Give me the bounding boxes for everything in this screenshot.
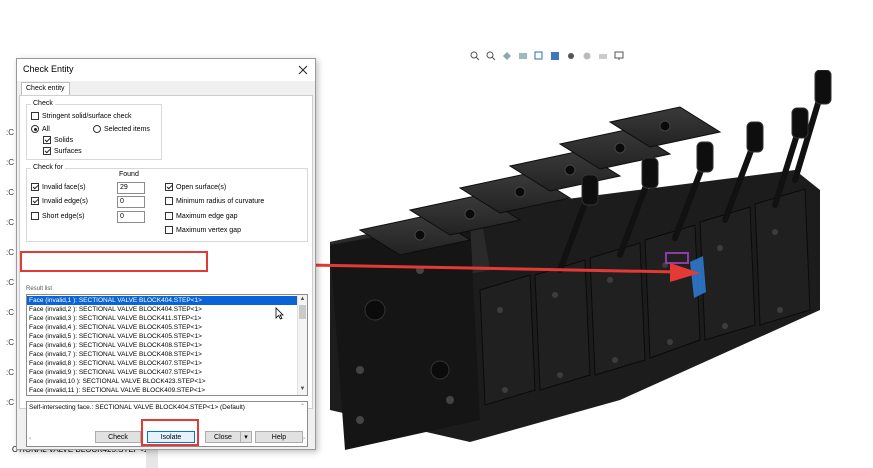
min-radius-checkbox[interactable]: Minimum radius of curvature [165,197,264,205]
radio-dot[interactable] [93,125,101,133]
short-edges-label: Short edge(s) [42,212,85,220]
invalid-faces-checkbox[interactable]: Invalid face(s) [31,183,86,191]
help-button[interactable]: Help [255,431,303,443]
checkbox-box[interactable] [31,212,39,220]
selected-items-label: Selected items [104,125,150,133]
close-icon[interactable] [295,62,311,78]
tree-glyph: :C [6,278,14,287]
result-list-label: Result list [26,286,53,292]
heads-up-view-toolbar [470,49,624,63]
scroll-thumb[interactable] [299,305,306,319]
scroll-up-icon[interactable]: ▲ [299,296,306,303]
checkbox-box[interactable] [31,183,39,191]
result-detail-text: Self-intersecting face.: SECTIONAL VALVE… [29,404,245,411]
check-button[interactable]: Check [95,431,141,443]
zoom-area-icon[interactable] [486,51,496,61]
result-row[interactable]: Face (invalid,2 ): SECTIONAL VALVE BLOCK… [27,305,297,314]
checkbox-box[interactable] [165,226,173,234]
appearance-icon[interactable] [582,51,592,61]
max-edge-gap-label: Maximum edge gap [176,212,238,220]
short-edges-found: 0 [117,211,145,223]
solids-checkbox[interactable]: Solids [43,136,73,144]
check-group: Check Stringent solid/surface check All … [26,100,162,160]
open-surfaces-checkbox[interactable]: Open surface(s) [165,183,226,191]
result-row[interactable]: Face (invalid,1 ): SECTIONAL VALVE BLOCK… [27,296,297,305]
result-row[interactable]: Face (invalid,7 ): SECTIONAL VALVE BLOCK… [27,350,297,359]
found-header: Found [119,171,139,178]
checkbox-box[interactable] [165,197,173,205]
display-icon[interactable] [614,51,624,61]
result-list-scrollbar[interactable]: ▲ ▼ [297,295,307,395]
checkbox-box[interactable] [43,147,51,155]
radio-dot[interactable] [31,125,39,133]
checkbox-box[interactable] [31,112,39,120]
tree-glyph: :C [6,128,14,137]
invalid-faces-found: 29 [117,182,145,194]
checkbox-box[interactable] [31,197,39,205]
check-for-group-label: Check for [31,164,65,171]
tree-glyph: :C [6,338,14,347]
zoom-fit-icon[interactable] [470,51,480,61]
tree-glyph: :C [6,158,14,167]
close-button[interactable]: Close [205,431,241,443]
check-group-label: Check [31,100,55,107]
result-row[interactable]: Face (invalid,9 ): SECTIONAL VALVE BLOCK… [27,368,297,377]
result-row[interactable]: Face (invalid,11 ): SECTIONAL VALVE BLOC… [27,386,297,395]
display-style-icon[interactable] [550,51,560,61]
min-radius-label: Minimum radius of curvature [176,197,265,205]
invalid-edges-checkbox[interactable]: Invalid edge(s) [31,197,88,205]
surfaces-checkbox[interactable]: Surfaces [43,147,82,155]
scroll-right-icon[interactable]: › [303,436,305,442]
tree-scrollbar[interactable] [146,448,158,468]
all-radio[interactable]: All [31,125,50,133]
tree-glyph: :C [6,398,14,407]
result-row[interactable]: Face (invalid,4 ): SECTIONAL VALVE BLOCK… [27,323,297,332]
scroll-up-icon[interactable]: ⌃ [300,403,305,410]
result-list[interactable]: Face (invalid,1 ): SECTIONAL VALVE BLOCK… [26,294,308,396]
mouse-cursor-icon [275,307,284,320]
result-row[interactable]: Face (invalid,6 ): SECTIONAL VALVE BLOCK… [27,341,297,350]
all-label: All [42,125,50,133]
selected-items-radio[interactable]: Selected items [93,125,150,133]
stringent-check-label: Stringent solid/surface check [42,112,132,120]
dialog-title: Check Entity [23,64,74,74]
surfaces-label: Surfaces [54,147,82,155]
scroll-down-icon[interactable]: ▼ [299,386,306,393]
result-row[interactable]: Face (invalid,10 ): SECTIONAL VALVE BLOC… [27,377,297,386]
stringent-check-checkbox[interactable]: Stringent solid/surface check [31,112,132,120]
open-surfaces-label: Open surface(s) [176,183,227,191]
checkbox-box[interactable] [165,183,173,191]
tree-glyph: :C [6,218,14,227]
section-view-icon[interactable] [518,51,528,61]
checkbox-box[interactable] [43,136,51,144]
result-row[interactable]: Face (invalid,5 ): SECTIONAL VALVE BLOCK… [27,332,297,341]
previous-view-icon[interactable] [502,51,512,61]
solids-label: Solids [54,136,74,144]
result-row[interactable]: Face (invalid,8 ): SECTIONAL VALVE BLOCK… [27,359,297,368]
result-row-callout [20,251,208,272]
result-row[interactable]: Face (invalid,3 ): SECTIONAL VALVE BLOCK… [27,314,297,323]
max-edge-gap-checkbox[interactable]: Maximum edge gap [165,212,237,220]
tree-glyph: :C [6,308,14,317]
tree-glyph: :C [6,368,14,377]
tree-glyph: :C [6,188,14,197]
invalid-faces-label: Invalid face(s) [42,183,86,191]
dialog-titlebar[interactable]: Check Entity [17,59,315,81]
short-edges-checkbox[interactable]: Short edge(s) [31,212,84,220]
scroll-left-icon[interactable]: ‹ [29,436,31,442]
invalid-edges-found: 0 [117,196,145,208]
close-dropdown-icon[interactable]: ▾ [240,431,252,443]
invalid-edges-label: Invalid edge(s) [42,197,88,205]
tree-glyph: :C [6,248,14,257]
max-vertex-gap-label: Maximum vertex gap [176,226,241,234]
isolate-button-callout [141,419,199,446]
max-vertex-gap-checkbox[interactable]: Maximum vertex gap [165,226,241,234]
checkbox-box[interactable] [165,212,173,220]
tab-check-entity[interactable]: Check entity [21,82,70,95]
view-orientation-icon[interactable] [534,51,544,61]
scene-icon[interactable] [598,51,608,61]
tab-strip: Check entity [19,81,313,95]
hide-show-icon[interactable] [566,51,576,61]
check-for-group: Check for Found Invalid face(s) 29 Inval… [26,164,308,242]
